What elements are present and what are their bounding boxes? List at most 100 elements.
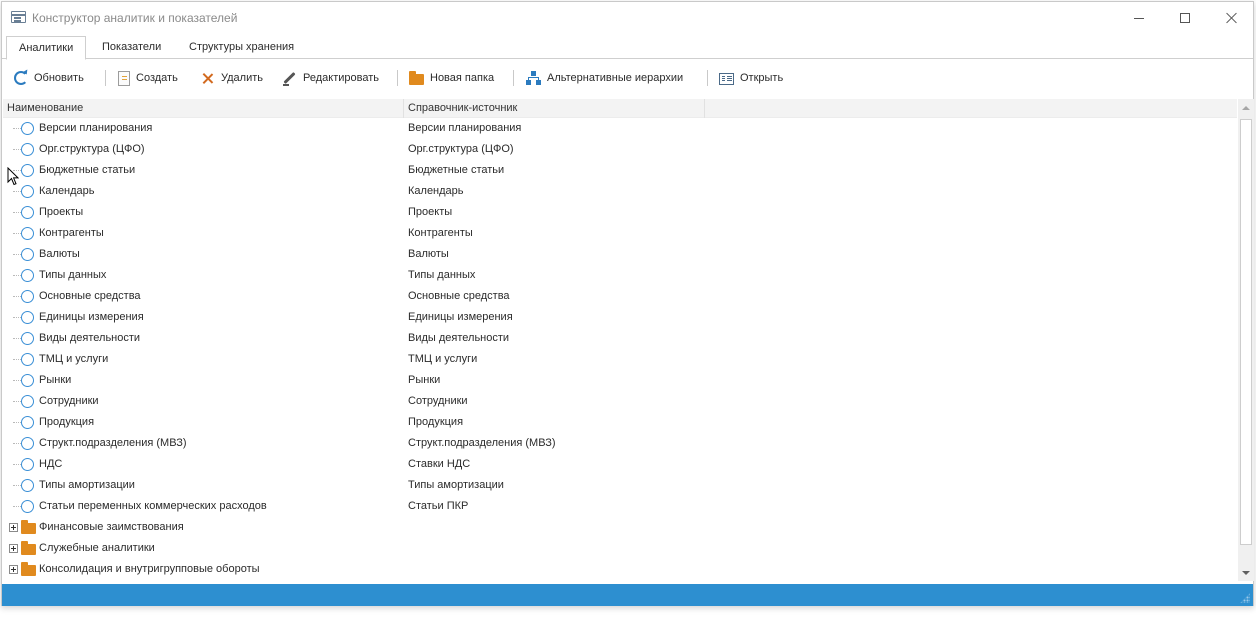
cell-source: Сотрудники xyxy=(408,395,468,407)
delete-label: Удалить xyxy=(221,72,263,84)
tree-connector xyxy=(13,485,21,486)
scroll-down-button[interactable] xyxy=(1238,564,1254,581)
tree-folder-row[interactable]: Служебные аналитики xyxy=(3,538,1237,559)
tree-folder-row[interactable]: Консолидация и внутригрупповые обороты xyxy=(3,559,1237,580)
cell-name: Статьи переменных коммерческих расходов xyxy=(39,500,267,512)
cell-source: Валюты xyxy=(408,248,449,260)
open-label: Открыть xyxy=(740,72,784,84)
expand-plus-icon[interactable] xyxy=(9,544,18,553)
analytic-circle-icon xyxy=(21,374,34,387)
cell-name: Единицы измерения xyxy=(39,311,144,323)
tree-row[interactable]: Структ.подразделения (МВЗ) Структ.подразд… xyxy=(3,433,1237,454)
create-button[interactable]: Создать xyxy=(114,67,182,89)
tree-connector xyxy=(13,380,21,381)
tree-connector xyxy=(13,233,21,234)
tree-row[interactable]: Рынки Рынки xyxy=(3,370,1237,391)
cell-name: Версии планирования xyxy=(39,122,153,134)
column-header-name[interactable]: Наименование xyxy=(3,99,404,118)
close-button[interactable] xyxy=(1208,2,1254,34)
analytic-circle-icon xyxy=(21,122,34,135)
column-header-empty xyxy=(705,99,1237,118)
cell-name: ТМЦ и услуги xyxy=(39,353,109,365)
tree-connector xyxy=(13,506,21,507)
new-folder-button[interactable]: Новая папка xyxy=(405,67,498,89)
cell-name: Рынки xyxy=(39,374,72,386)
minimize-button[interactable] xyxy=(1116,2,1162,34)
cell-source: Ставки НДС xyxy=(408,458,471,470)
scroll-up-button[interactable] xyxy=(1238,99,1254,116)
tab-indicators[interactable]: Показатели xyxy=(90,36,173,59)
resize-grip-icon[interactable] xyxy=(1240,593,1250,603)
analytic-circle-icon xyxy=(21,164,34,177)
tree-row[interactable]: Сотрудники Сотрудники xyxy=(3,391,1237,412)
column-header-source[interactable]: Справочник-источник xyxy=(404,99,705,118)
toolbar-separator xyxy=(105,70,106,86)
tab-bar: Аналитики Показатели Структуры хранения xyxy=(2,36,1253,60)
tree-row[interactable]: Проекты Проекты xyxy=(3,202,1237,223)
tree-row[interactable]: Типы амортизации Типы амортизации xyxy=(3,475,1237,496)
edit-button[interactable]: Редактировать xyxy=(278,67,383,89)
tree-row[interactable]: Валюты Валюты xyxy=(3,244,1237,265)
analytic-circle-icon xyxy=(21,206,34,219)
tree-row[interactable]: Версии планирования Версии планирования xyxy=(3,118,1237,139)
analytic-circle-icon xyxy=(21,227,34,240)
tree-row[interactable]: Типы данных Типы данных xyxy=(3,265,1237,286)
expand-plus-icon[interactable] xyxy=(9,565,18,574)
maximize-button[interactable] xyxy=(1162,2,1208,34)
app-window-icon xyxy=(11,11,26,23)
tree-folder-row[interactable]: Финансовые заимствования xyxy=(3,517,1237,538)
tree-connector xyxy=(13,443,21,444)
tree-row[interactable]: Продукция Продукция xyxy=(3,412,1237,433)
tree-connector xyxy=(13,401,21,402)
refresh-label: Обновить xyxy=(34,72,84,84)
tree-row[interactable]: Контрагенты Контрагенты xyxy=(3,223,1237,244)
vertical-scrollbar[interactable] xyxy=(1238,99,1254,581)
refresh-button[interactable]: Обновить xyxy=(10,67,88,89)
scroll-thumb[interactable] xyxy=(1240,119,1252,545)
tab-analytics[interactable]: Аналитики xyxy=(6,36,87,60)
open-button[interactable]: Открыть xyxy=(715,67,787,89)
cell-name: Виды деятельности xyxy=(39,332,141,344)
hierarchy-icon xyxy=(526,70,541,86)
cell-name: Типы амортизации xyxy=(39,479,135,491)
tree-row[interactable]: Бюджетные статьи Бюджетные статьи xyxy=(3,160,1237,181)
alt-hierarchies-label: Альтернативные иерархии xyxy=(547,72,684,84)
tree-row[interactable]: Статьи переменных коммерческих расходов С… xyxy=(3,496,1237,517)
arrow-up-icon xyxy=(1242,105,1250,110)
cell-source: Структ.подразделения (МВЗ) xyxy=(408,437,556,449)
tree-row[interactable]: НДС Ставки НДС xyxy=(3,454,1237,475)
cell-name: Сотрудники xyxy=(39,395,99,407)
analytic-circle-icon xyxy=(21,269,34,282)
alt-hierarchies-button[interactable]: Альтернативные иерархии xyxy=(522,67,687,89)
tree-grid: Версии планирования Версии планирования Ор… xyxy=(3,118,1237,581)
tree-connector xyxy=(13,422,21,423)
cell-name: Типы данных xyxy=(39,269,107,281)
tab-storage-structures[interactable]: Структуры хранения xyxy=(177,36,306,59)
cell-source: Проекты xyxy=(408,206,453,218)
analytic-circle-icon xyxy=(21,185,34,198)
tree-row[interactable]: Основные средства Основные средства xyxy=(3,286,1237,307)
tree-row[interactable]: ТМЦ и услуги ТМЦ и услуги xyxy=(3,349,1237,370)
cell-source: Основные средства xyxy=(408,290,510,302)
analytic-circle-icon xyxy=(21,143,34,156)
analytic-circle-icon xyxy=(21,290,34,303)
delete-button[interactable]: Удалить xyxy=(196,67,267,89)
analytic-circle-icon xyxy=(21,395,34,408)
tree-row[interactable]: Календарь Календарь xyxy=(3,181,1237,202)
tree-row[interactable]: Виды деятельности Виды деятельности xyxy=(3,328,1237,349)
create-label: Создать xyxy=(136,72,178,84)
cell-name: Служебные аналитики xyxy=(39,542,155,554)
toolbar-separator xyxy=(397,70,398,86)
cell-source: Контрагенты xyxy=(408,227,473,239)
close-icon xyxy=(1225,12,1237,24)
tree-row[interactable]: Орг.структура (ЦФО) Орг.структура (ЦФО) xyxy=(3,139,1237,160)
cell-name: Бюджетные статьи xyxy=(39,164,136,176)
tree-connector xyxy=(13,191,21,192)
cell-name: НДС xyxy=(39,458,63,470)
cell-name: Валюты xyxy=(39,248,80,260)
toolbar-separator xyxy=(513,70,514,86)
analytic-circle-icon xyxy=(21,458,34,471)
open-form-icon xyxy=(719,73,734,85)
tree-row[interactable]: Единицы измерения Единицы измерения xyxy=(3,307,1237,328)
expand-plus-icon[interactable] xyxy=(9,523,18,532)
